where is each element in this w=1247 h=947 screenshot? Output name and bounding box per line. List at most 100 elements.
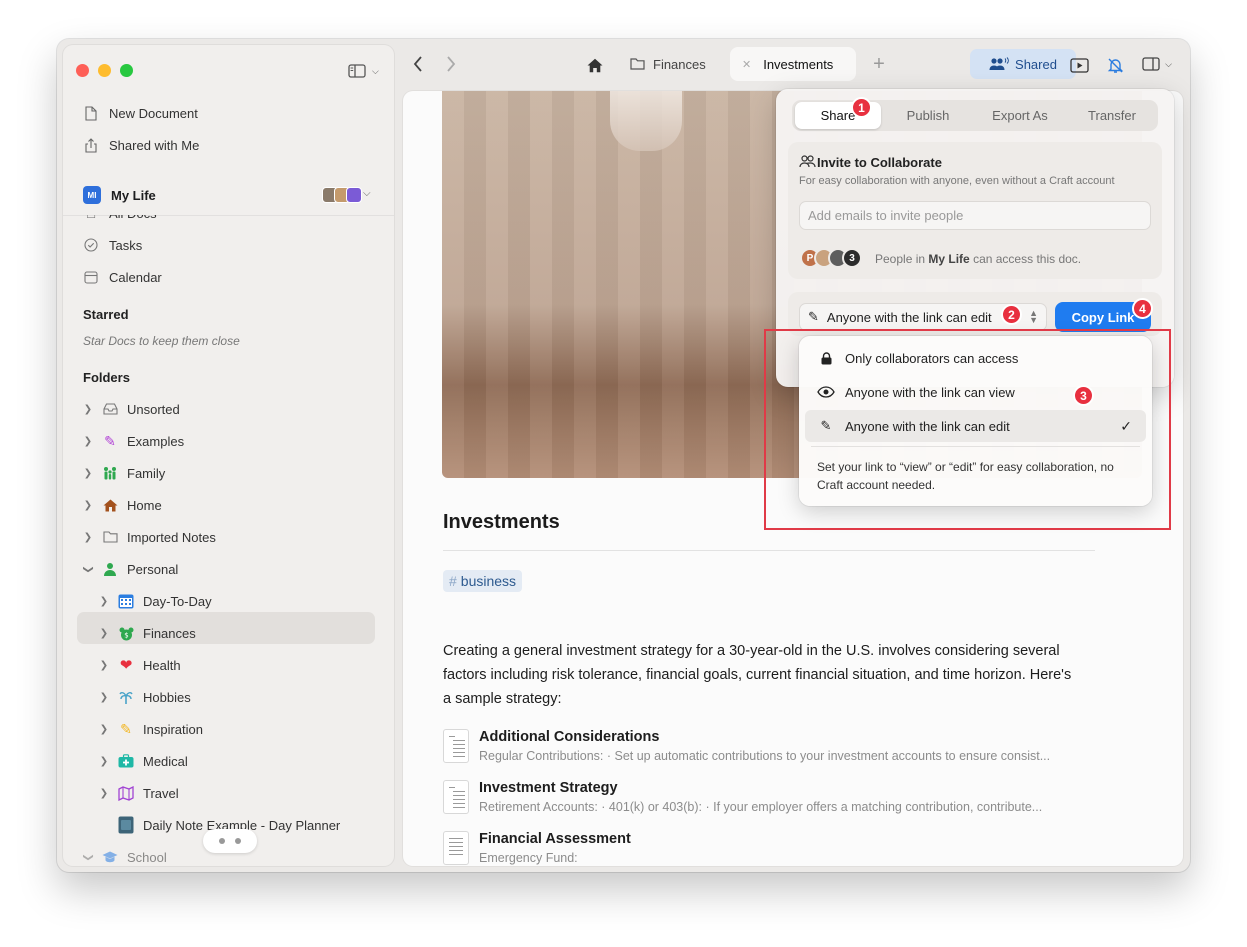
tag-business[interactable]: # business xyxy=(443,570,523,592)
document-title[interactable]: Investments xyxy=(443,511,560,534)
chevron-right-icon[interactable]: ❯ xyxy=(81,532,95,543)
folder-examples[interactable]: ❯ ✎ Examples xyxy=(81,427,184,455)
document-thumbnail-icon xyxy=(443,831,469,865)
person-icon xyxy=(101,560,119,578)
folder-label: Health xyxy=(143,657,181,673)
sidebar-toggle-button[interactable]: ⌵ xyxy=(348,61,388,81)
subpage-link[interactable]: Financial Assessment Emergency Fund: xyxy=(443,831,1103,866)
sidebar: ⌵ New Document Shared with Me □ All Docs… xyxy=(63,45,394,866)
folder-inspiration[interactable]: ❯ ✎ Inspiration xyxy=(97,715,203,743)
share-icon xyxy=(83,137,99,153)
starred-section-title: Starred xyxy=(83,307,129,322)
pencil-icon: ✎ xyxy=(808,309,819,324)
chevron-down-icon: ⌵ xyxy=(363,188,371,199)
subpage-preview: Regular Contributions: · Set up automati… xyxy=(479,749,1051,763)
chevron-right-icon[interactable]: ❯ xyxy=(81,436,95,447)
house-icon xyxy=(587,58,603,72)
collaborator-avatars: P 3 xyxy=(800,248,862,268)
inspector-toggle-button[interactable]: ⌵ xyxy=(1137,53,1177,75)
new-tab-button[interactable]: + xyxy=(868,53,890,75)
chevron-right-icon[interactable]: ❯ xyxy=(97,628,111,639)
folder-hobbies[interactable]: ❯ Hobbies xyxy=(97,683,191,711)
forward-button[interactable] xyxy=(440,53,462,75)
present-button[interactable] xyxy=(1068,54,1090,76)
heart-icon: ❤ xyxy=(119,657,133,674)
folder-unsorted[interactable]: ❯ Unsorted xyxy=(81,395,180,423)
calendar-icon xyxy=(83,269,99,285)
tab-publish[interactable]: Publish xyxy=(884,102,972,129)
folder-travel[interactable]: ❯ Travel xyxy=(97,779,179,807)
chevron-right-icon[interactable]: ❯ xyxy=(97,724,111,735)
page-indicator[interactable] xyxy=(203,829,257,853)
folder-home[interactable]: ❯ Home xyxy=(81,491,162,519)
access-info-space: My Life xyxy=(928,252,970,266)
subpage-link[interactable]: Investment Strategy Retirement Accounts:… xyxy=(443,780,1103,820)
folder-label: Medical xyxy=(143,753,188,769)
tab-finances[interactable]: Finances xyxy=(622,47,714,81)
document-paragraph[interactable]: Creating a general investment strategy f… xyxy=(443,639,1083,711)
sidebar-item-label: Tasks xyxy=(109,237,143,253)
chevron-right-icon[interactable]: ❯ xyxy=(97,660,111,671)
tag-label: business xyxy=(460,573,517,589)
tab-export-as[interactable]: Export As xyxy=(976,102,1064,129)
sidebar-item-new-document[interactable]: New Document xyxy=(83,101,198,125)
pencil-icon: ✎ xyxy=(120,720,132,737)
folder-family[interactable]: ❯ Family xyxy=(81,459,165,487)
chevron-right-icon[interactable]: ❯ xyxy=(97,596,111,607)
annotation-highlight-box xyxy=(764,329,1171,530)
chevron-right-icon[interactable]: ❯ xyxy=(97,692,111,703)
close-window-button[interactable] xyxy=(76,64,89,77)
folder-medical[interactable]: ❯ Medical xyxy=(97,747,188,775)
access-info-suffix: can access this doc. xyxy=(973,252,1082,266)
notifications-button[interactable] xyxy=(1104,54,1126,76)
document-thumbnail-icon xyxy=(443,780,469,814)
chevron-right-icon xyxy=(447,56,456,72)
updown-chevron-icon: ▲ ▼ xyxy=(1029,308,1038,325)
graduation-cap-icon xyxy=(101,848,119,866)
shared-label: Shared xyxy=(1015,56,1057,72)
subpage-link[interactable]: Additional Considerations Regular Contri… xyxy=(443,729,1103,769)
space-switcher[interactable]: MI My Life ⌵ xyxy=(63,175,394,215)
share-tabs: Share Publish Export As Transfer xyxy=(792,100,1158,131)
home-button[interactable] xyxy=(584,54,606,76)
folder-personal[interactable]: ❯ Personal xyxy=(81,555,179,583)
folder-imported-notes[interactable]: ❯ Imported Notes xyxy=(81,523,216,551)
bell-muted-icon xyxy=(1107,58,1123,73)
zoom-window-button[interactable] xyxy=(120,64,133,77)
chevron-down-icon: ⌵ xyxy=(372,65,379,76)
back-button[interactable] xyxy=(407,53,429,75)
folder-finances[interactable]: ❯ $ Finances xyxy=(97,619,196,647)
chevron-right-icon[interactable]: ❯ xyxy=(81,468,95,479)
medical-kit-icon xyxy=(117,752,135,770)
chevron-down-icon[interactable]: ❯ xyxy=(83,850,94,864)
invite-email-input[interactable]: Add emails to invite people xyxy=(799,201,1151,230)
close-tab-icon[interactable]: ✕ xyxy=(742,58,751,71)
chevron-right-icon[interactable]: ❯ xyxy=(81,500,95,511)
subpage-preview: Emergency Fund: xyxy=(479,851,578,865)
chevron-right-icon[interactable]: ❯ xyxy=(97,756,111,767)
sidebar-item-label: New Document xyxy=(109,105,198,121)
folder-label: Imported Notes xyxy=(127,529,216,545)
folder-day-to-day[interactable]: ❯ Day-To-Day xyxy=(97,587,212,615)
money-icon: $ xyxy=(117,624,135,642)
sidebar-item-tasks[interactable]: Tasks xyxy=(83,233,142,257)
shared-button[interactable]: Shared xyxy=(970,49,1076,79)
minimize-window-button[interactable] xyxy=(98,64,111,77)
folder-label: Examples xyxy=(127,433,185,449)
folder-health[interactable]: ❯ ❤ Health xyxy=(97,651,181,679)
sidebar-item-shared-with-me[interactable]: Shared with Me xyxy=(83,133,199,157)
folder-label: Finances xyxy=(143,625,196,641)
right-panel-icon xyxy=(1142,57,1160,71)
chevron-left-icon xyxy=(413,56,422,72)
sidebar-item-calendar[interactable]: Calendar xyxy=(83,265,162,289)
space-name: My Life xyxy=(111,187,156,203)
tab-transfer[interactable]: Transfer xyxy=(1068,102,1156,129)
chevron-right-icon[interactable]: ❯ xyxy=(81,404,95,415)
tab-investments[interactable]: ✕ Investments xyxy=(730,47,856,81)
subpage-title: Financial Assessment xyxy=(479,831,631,847)
palm-tree-icon xyxy=(117,688,135,706)
folder-school[interactable]: ❯ School xyxy=(81,843,167,866)
chevron-right-icon[interactable]: ❯ xyxy=(97,788,111,799)
chevron-down-icon[interactable]: ❯ xyxy=(83,562,94,576)
folder-label: Day-To-Day xyxy=(143,593,212,609)
